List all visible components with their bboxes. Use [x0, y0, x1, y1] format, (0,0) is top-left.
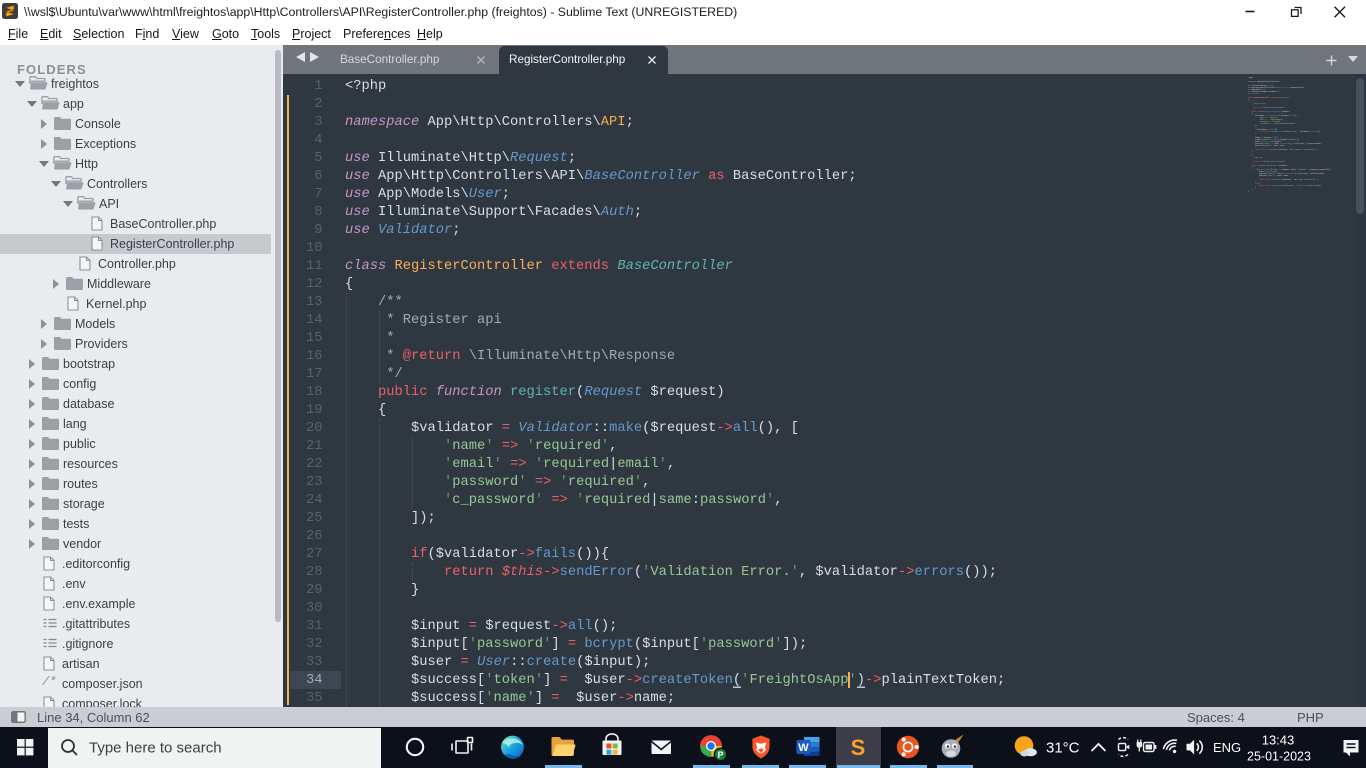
svg-text:ENG: ENG [1213, 740, 1241, 755]
svg-text:31°C: 31°C [1046, 740, 1080, 757]
svg-text:P: P [717, 750, 723, 760]
svg-text:Type here to search: Type here to search [89, 740, 222, 757]
svg-text:13:43: 13:43 [1262, 733, 1295, 748]
svg-text:S: S [851, 735, 866, 760]
svg-text:25-01-2023: 25-01-2023 [1247, 750, 1311, 764]
svg-text:W: W [798, 742, 809, 754]
